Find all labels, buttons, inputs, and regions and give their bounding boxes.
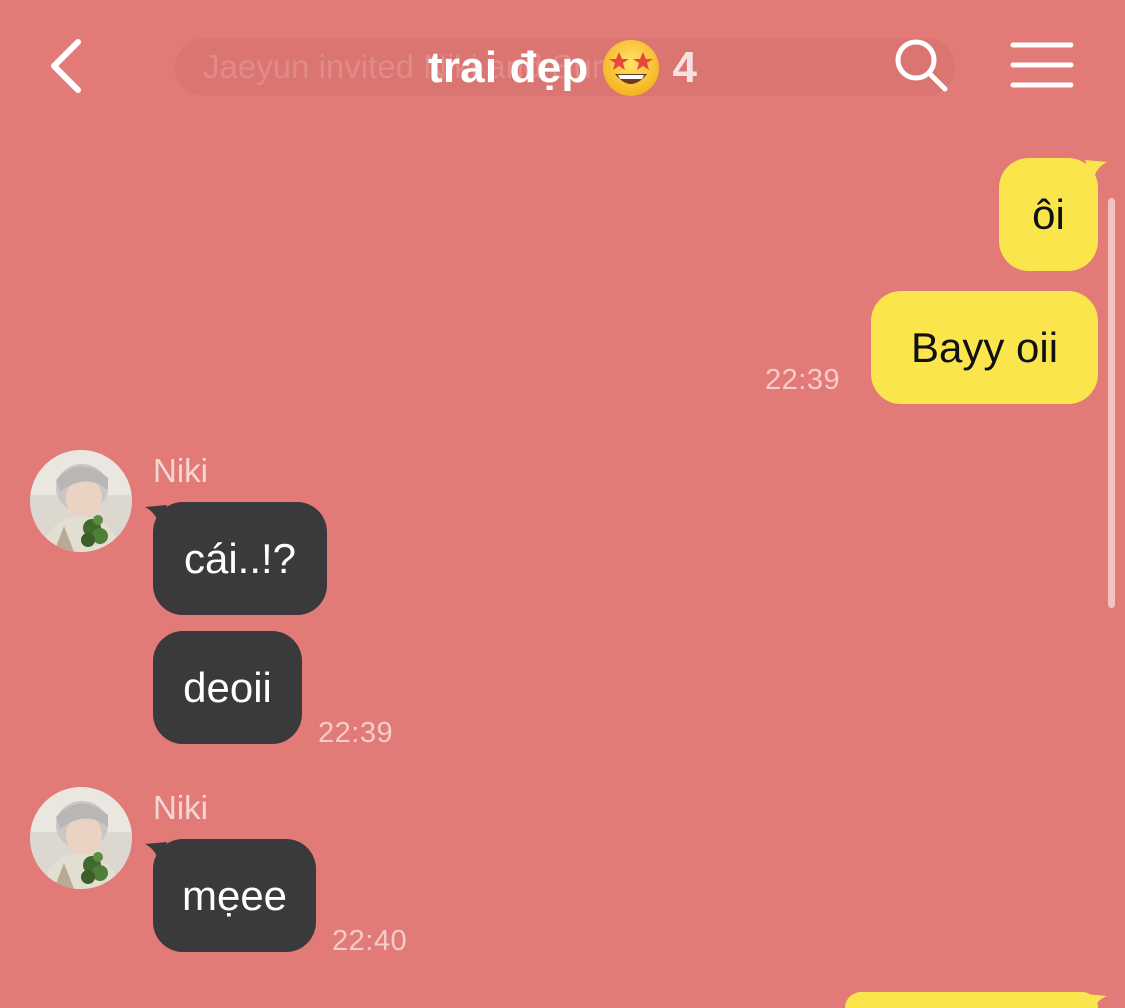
member-count: 4 bbox=[672, 43, 697, 92]
avatar[interactable] bbox=[30, 787, 132, 889]
their-message-bubble[interactable]: deoii bbox=[153, 631, 302, 744]
scrollbar[interactable] bbox=[1108, 198, 1115, 608]
bubble-tail bbox=[1085, 994, 1107, 1008]
sender-name: Niki bbox=[153, 452, 208, 489]
chat-title-text: trai đẹp bbox=[427, 43, 589, 92]
message-text: cái..!? bbox=[183, 534, 297, 582]
my-message-bubble[interactable]: ôi bbox=[999, 158, 1098, 271]
profile-photo bbox=[30, 450, 132, 552]
bubble-tail bbox=[1085, 160, 1107, 182]
menu-icon bbox=[1010, 42, 1074, 88]
their-message-bubble[interactable]: mẹee bbox=[153, 839, 316, 952]
profile-photo bbox=[30, 787, 132, 889]
avatar[interactable] bbox=[30, 450, 132, 552]
message-text: deoii bbox=[183, 663, 272, 711]
message-timestamp: 22:40 bbox=[332, 925, 408, 957]
message-text: mẹee bbox=[181, 871, 288, 919]
sender-name: Niki bbox=[153, 789, 208, 826]
star-struck-emoji-icon bbox=[601, 38, 661, 98]
menu-button[interactable] bbox=[1010, 40, 1074, 90]
chat-title[interactable]: trai đẹp 4 bbox=[428, 38, 697, 98]
message-text: Bayy oii bbox=[910, 323, 1059, 371]
message-timestamp: 22:39 bbox=[318, 717, 394, 749]
message-text: ôi bbox=[1032, 190, 1065, 238]
my-message-bubble[interactable] bbox=[845, 992, 1098, 1008]
their-message-bubble[interactable]: cái..!? bbox=[153, 502, 327, 615]
back-button[interactable] bbox=[40, 34, 100, 98]
search-button[interactable] bbox=[892, 36, 950, 94]
search-icon bbox=[895, 39, 948, 92]
message-timestamp: 22:39 bbox=[765, 364, 841, 396]
chevron-left-icon bbox=[51, 39, 81, 93]
my-message-bubble[interactable]: Bayy oii bbox=[871, 291, 1098, 404]
chat-header: Jaeyun invited Niki and Sunoo trai đẹp 4 bbox=[0, 0, 1125, 135]
